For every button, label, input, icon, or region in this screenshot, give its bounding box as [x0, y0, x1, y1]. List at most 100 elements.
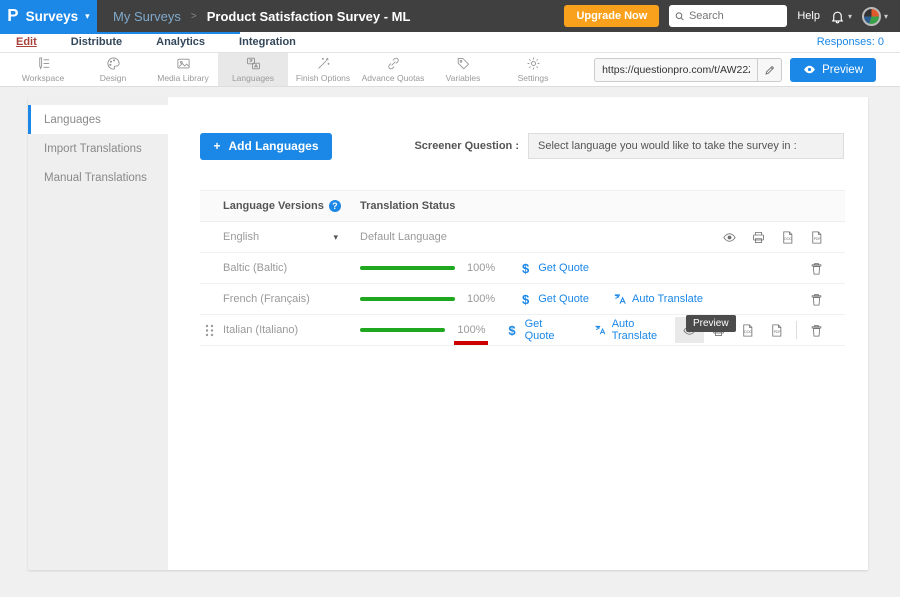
responses-count[interactable]: Responses: 0 [817, 36, 884, 48]
table-row-english: English ▾ Default Language DOC [200, 222, 845, 253]
breadcrumb-my-surveys[interactable]: My Surveys [113, 9, 181, 24]
translation-progress-bar [360, 328, 445, 332]
chevron-down-icon: ▾ [85, 11, 90, 22]
toolbar-item-finish-options[interactable]: Finish Options [288, 53, 358, 86]
trash-icon [809, 261, 824, 276]
gear-icon [526, 56, 541, 71]
chevron-down-icon: ▾ [848, 12, 852, 21]
dollar-icon[interactable]: $ [522, 292, 529, 307]
eye-icon [803, 63, 816, 76]
edit-toolbar: Workspace Design Media Library Languages… [0, 53, 900, 87]
screener-question-select[interactable]: Select language you would like to take t… [528, 133, 844, 159]
default-language-dropdown[interactable]: ▾ [333, 232, 338, 243]
chevron-down-icon: ▾ [884, 12, 888, 21]
language-versions-table: Language Versions ? Translation Status E… [200, 190, 845, 346]
pdf-file-icon: PDF [769, 323, 784, 338]
drag-handle-icon[interactable] [205, 324, 214, 342]
divider [796, 321, 797, 339]
auto-translate-link[interactable]: Auto Translate [613, 292, 703, 306]
toolbar-item-languages[interactable]: Languages [218, 53, 288, 86]
account-menu[interactable]: ▾ [862, 7, 888, 26]
get-quote-link[interactable]: Get Quote [525, 318, 571, 342]
export-doc-button[interactable]: DOC [733, 317, 762, 343]
col-language-versions: Language Versions [223, 200, 324, 212]
magic-wand-icon [316, 56, 331, 71]
sidebar-item-languages[interactable]: Languages [28, 105, 168, 134]
delete-language-button[interactable] [802, 317, 831, 343]
languages-panel: Languages Import Translations Manual Tra… [28, 97, 868, 570]
table-row-italian: Italian (Italiano) 100% $ Get Quote Auto… [200, 315, 845, 346]
add-languages-button[interactable]: + Add Languages [200, 133, 332, 160]
tab-integration[interactable]: Integration [239, 36, 296, 48]
survey-section-nav: Edit Distribute Analytics Integration Re… [0, 32, 900, 53]
preview-language-button[interactable] [715, 224, 744, 250]
eye-icon [722, 230, 737, 245]
preview-button[interactable]: Preview [790, 58, 876, 82]
upgrade-now-button[interactable]: Upgrade Now [564, 5, 659, 27]
toolbar-item-settings[interactable]: Settings [498, 53, 568, 86]
pencil-icon [764, 64, 776, 76]
breadcrumb-separator-icon: > [191, 11, 197, 22]
get-quote-link[interactable]: Get Quote [538, 262, 589, 274]
language-name: English [223, 231, 259, 243]
tab-distribute[interactable]: Distribute [71, 36, 122, 48]
svg-text:DOC: DOC [784, 237, 792, 241]
preview-tooltip: Preview [686, 315, 736, 332]
printer-icon [751, 230, 766, 245]
auto-translate-link[interactable]: Auto Translate [594, 318, 675, 342]
toolbar-item-design[interactable]: Design [78, 53, 148, 86]
doc-file-icon: DOC [740, 323, 755, 338]
language-name: French (Français) [223, 293, 310, 305]
avatar [862, 7, 881, 26]
table-header: Language Versions ? Translation Status [200, 190, 845, 222]
translation-progress-bar [360, 297, 455, 301]
help-question-icon[interactable]: ? [329, 200, 341, 212]
pdf-file-icon: PDF [809, 230, 824, 245]
delete-language-button[interactable] [802, 255, 831, 281]
search-input[interactable] [689, 10, 781, 22]
survey-url-input[interactable] [595, 64, 757, 76]
export-pdf-button[interactable]: PDF [802, 224, 831, 250]
delete-language-button[interactable] [802, 286, 831, 312]
tab-edit[interactable]: Edit [16, 36, 37, 48]
image-icon [176, 56, 191, 71]
translation-percent: 100% [467, 262, 507, 274]
surveys-product-menu[interactable]: P Surveys ▾ [0, 0, 97, 32]
translation-percent: 100% [467, 293, 507, 305]
language-name: Baltic (Baltic) [223, 262, 287, 274]
toolbar-item-media-library[interactable]: Media Library [148, 53, 218, 86]
toolbar-item-variables[interactable]: Variables [428, 53, 498, 86]
dollar-icon[interactable]: $ [522, 261, 529, 276]
tag-icon [456, 56, 471, 71]
sidebar-item-import-translations[interactable]: Import Translations [28, 134, 168, 163]
top-header-bar: P Surveys ▾ My Surveys > Product Satisfa… [0, 0, 900, 32]
notifications-menu[interactable]: ▾ [830, 9, 852, 24]
toolbar-item-workspace[interactable]: Workspace [8, 53, 78, 86]
help-link[interactable]: Help [797, 10, 820, 22]
product-name: Surveys [26, 9, 79, 24]
export-pdf-button[interactable]: PDF [762, 317, 791, 343]
print-language-button[interactable] [744, 224, 773, 250]
get-quote-link[interactable]: Get Quote [538, 293, 589, 305]
bell-icon [830, 9, 845, 24]
auto-translate-icon [613, 292, 627, 306]
table-row-french: French (Français) 100% $ Get Quote Auto … [200, 284, 845, 315]
global-search[interactable] [669, 5, 787, 27]
screener-question-label: Screener Question : [414, 140, 519, 152]
sidebar-item-manual-translations[interactable]: Manual Translations [28, 163, 168, 192]
auto-translate-icon [594, 323, 607, 337]
svg-text:PDF: PDF [774, 330, 781, 334]
edit-url-button[interactable] [757, 59, 781, 81]
translation-percent: 100% [457, 324, 493, 336]
export-doc-button[interactable]: DOC [773, 224, 802, 250]
plus-icon: + [213, 139, 220, 153]
toolbar-item-advance-quotas[interactable]: Advance Quotas [358, 53, 428, 86]
translation-progress-bar [360, 266, 455, 270]
doc-file-icon: DOC [780, 230, 795, 245]
tab-analytics[interactable]: Analytics [156, 36, 205, 48]
trash-icon [809, 323, 824, 338]
questionpro-logo-icon: P [7, 6, 18, 27]
language-name: Italian (Italiano) [223, 324, 298, 336]
languages-sidebar: Languages Import Translations Manual Tra… [28, 97, 168, 570]
dollar-icon[interactable]: $ [508, 323, 515, 338]
